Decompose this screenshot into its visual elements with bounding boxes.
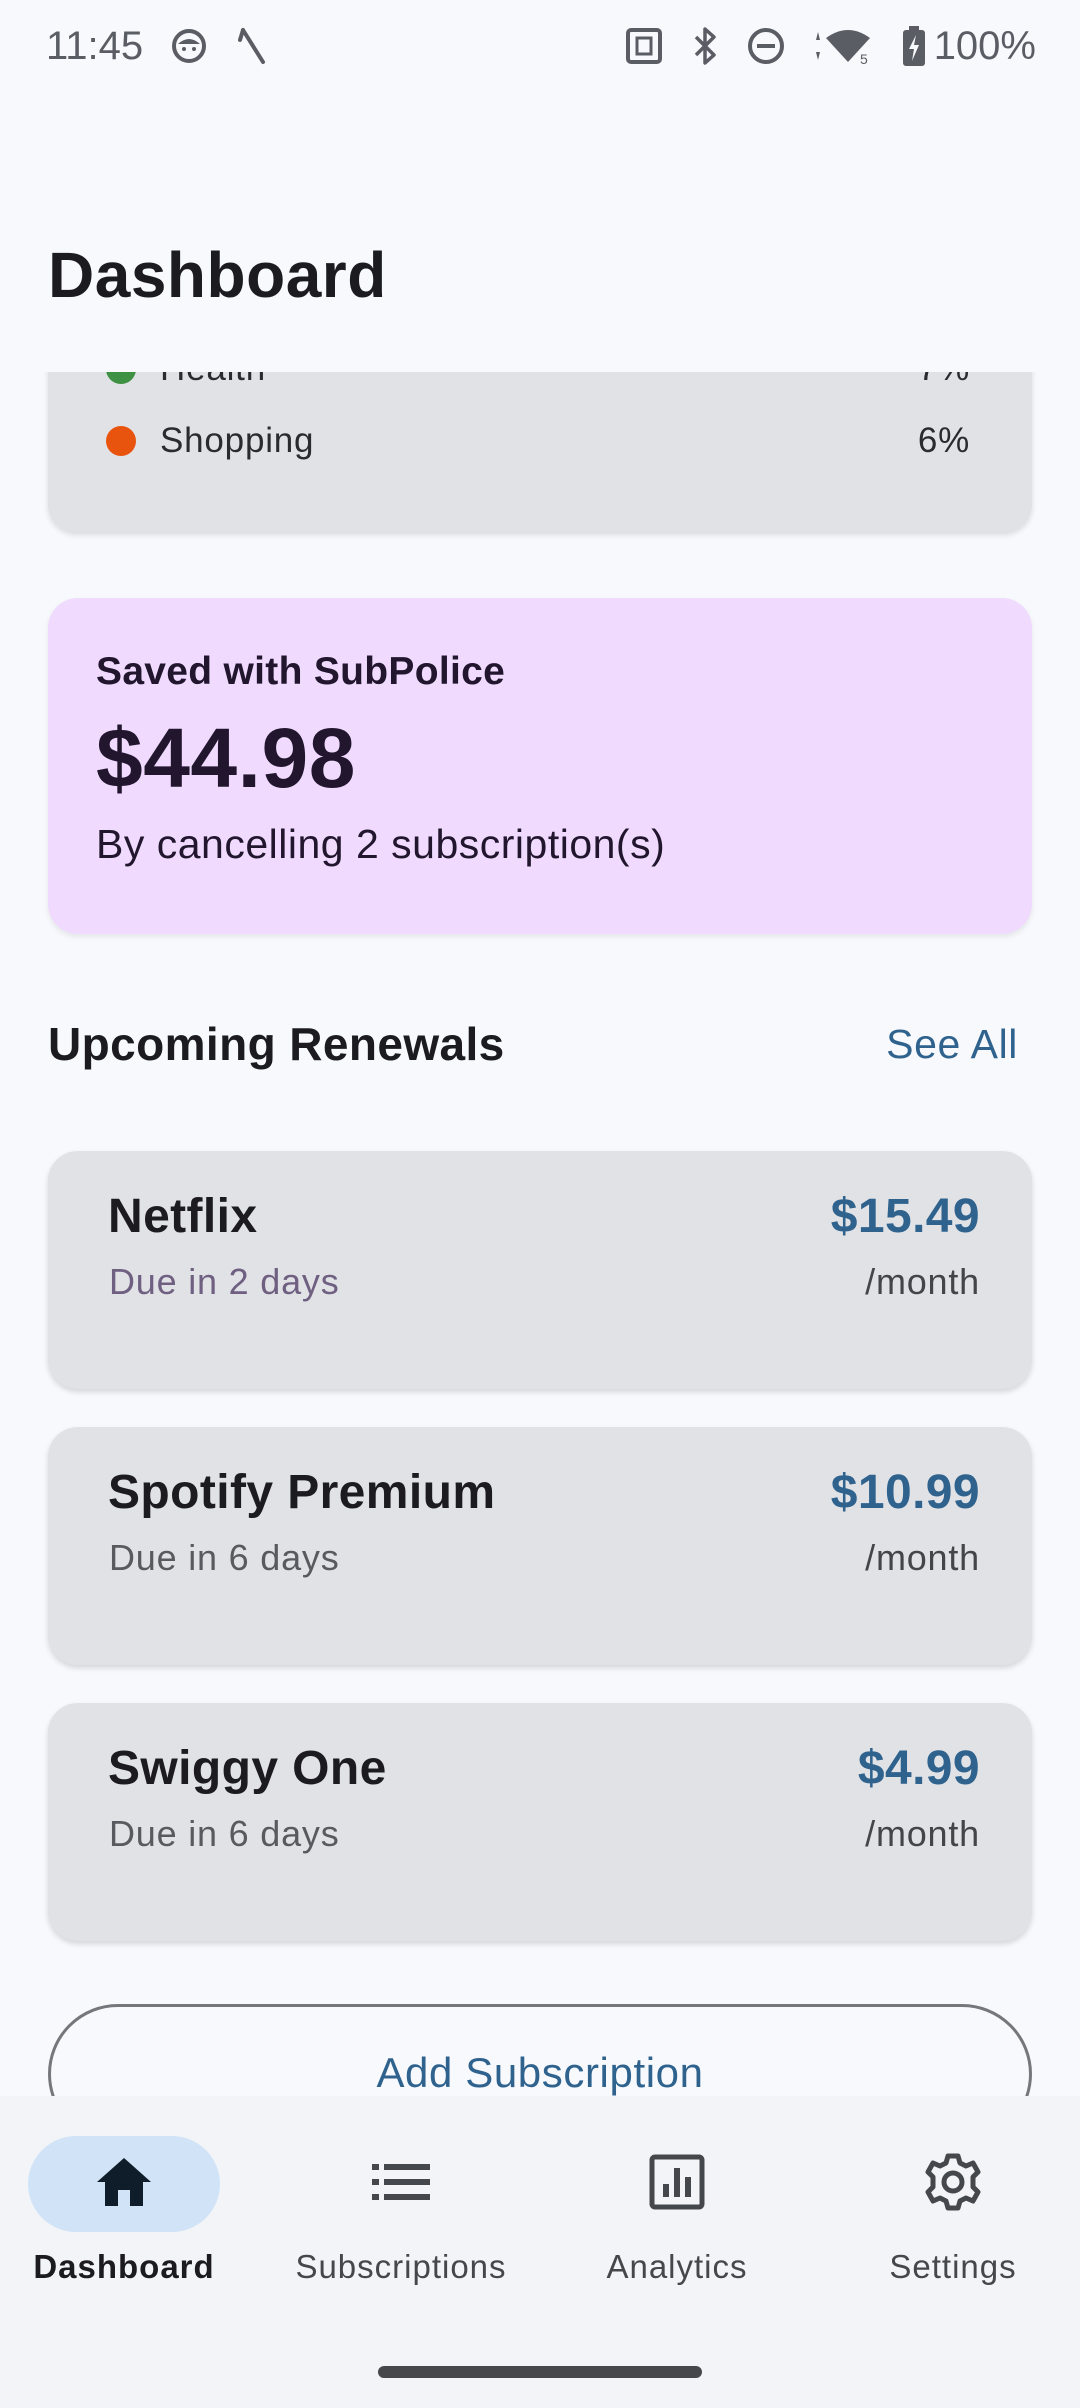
section-title: Upcoming Renewals (48, 1018, 505, 1070)
renewal-name: Spotify Premium (108, 1466, 496, 1519)
wifi-icon: 5 (812, 26, 876, 66)
nfc-icon (624, 26, 664, 66)
nav-label: Subscriptions (295, 2248, 507, 2285)
nav-active-indicator (28, 2136, 220, 2232)
renewal-period: /month (865, 1261, 980, 1302)
renewal-name: Swiggy One (108, 1742, 387, 1795)
gear-icon (923, 2152, 983, 2217)
renewal-price: $10.99 (830, 1466, 980, 1519)
renewal-due: Due in 2 days (109, 1261, 340, 1302)
upcoming-renewals-header: Upcoming Renewals See All (48, 1012, 1032, 1076)
savings-subtitle: By cancelling 2 subscription(s) (96, 821, 666, 867)
nav-item-subscriptions[interactable]: Subscriptions (271, 2136, 531, 2326)
category-name: Shopping (160, 421, 315, 460)
bottom-navigation: Dashboard Subscriptions Analytics Settin… (0, 2096, 1080, 2408)
dashboard-scroll-area[interactable]: Health 7% Shopping 6% Saved with SubPoli… (0, 372, 1080, 2096)
nav-item-analytics[interactable]: Analytics (547, 2136, 807, 2326)
status-time: 11:45 (46, 23, 144, 68)
status-right: 5 100% (624, 24, 1036, 69)
category-dot-health (106, 372, 136, 384)
renewal-period: /month (865, 1813, 980, 1854)
analytics-icon (649, 2154, 705, 2215)
category-name: Health (160, 372, 266, 389)
category-row: Shopping 6% (106, 416, 970, 466)
battery-percent: 100% (933, 23, 1036, 68)
nav-icon-container (305, 2136, 497, 2232)
nav-label: Analytics (606, 2248, 748, 2285)
add-subscription-button[interactable]: Add Subscription (48, 2004, 1032, 2096)
category-left: Shopping (106, 421, 314, 461)
renewal-price: $15.49 (830, 1190, 980, 1243)
battery-icon (902, 25, 926, 67)
renewal-name: Netflix (108, 1190, 258, 1243)
renewal-card-swiggy[interactable]: Swiggy One Due in 6 days $4.99 /month (48, 1703, 1032, 1941)
renewal-price: $4.99 (857, 1742, 980, 1795)
savings-title: Saved with SubPolice (96, 650, 506, 693)
nav-item-settings[interactable]: Settings (823, 2136, 1080, 2326)
list-icon (372, 2162, 430, 2207)
nav-label: Settings (889, 2248, 1017, 2285)
category-percent: 6% (917, 421, 970, 460)
renewal-card-netflix[interactable]: Netflix Due in 2 days $15.49 /month (48, 1151, 1032, 1389)
home-icon (95, 2155, 153, 2214)
home-indicator[interactable] (378, 2366, 702, 2378)
savings-amount: $44.98 (96, 711, 356, 805)
do-not-disturb-icon (746, 26, 786, 66)
renewal-period: /month (865, 1537, 980, 1578)
notification-app-icon (169, 26, 209, 66)
nav-label: Dashboard (33, 2248, 215, 2285)
savings-card: Saved with SubPolice $44.98 By cancellin… (48, 598, 1032, 934)
bluetooth-icon (690, 25, 720, 67)
page-title: Dashboard (48, 239, 387, 311)
category-breakdown-card: Health 7% Shopping 6% (48, 372, 1032, 532)
category-row: Health 7% (106, 372, 970, 394)
status-bar: 11:45 5 100% (0, 0, 1080, 92)
renewal-due: Due in 6 days (109, 1537, 340, 1578)
status-left: 11:45 (46, 24, 271, 69)
nav-item-dashboard[interactable]: Dashboard (0, 2136, 254, 2326)
svg-text:5: 5 (860, 51, 868, 66)
nav-icon-container (581, 2136, 773, 2232)
pen-notification-icon (235, 26, 271, 66)
see-all-button[interactable]: See All (886, 1021, 1032, 1068)
category-percent: 7% (918, 372, 970, 389)
nav-icon-container (857, 2136, 1049, 2232)
category-left: Health (106, 372, 266, 389)
renewal-card-spotify[interactable]: Spotify Premium Due in 6 days $10.99 /mo… (48, 1427, 1032, 1665)
renewal-due: Due in 6 days (109, 1813, 340, 1854)
category-dot-shopping (106, 426, 136, 456)
